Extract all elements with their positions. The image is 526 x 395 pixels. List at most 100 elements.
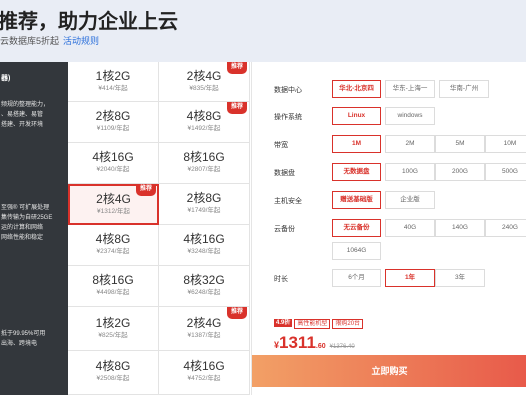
category-general[interactable]: 器) 频规的整理能力， 、易搭建、易管 搭建、开发环境 — [0, 74, 68, 130]
category-compute-desc: 集传输为自研25GE — [1, 215, 53, 221]
spec-card[interactable]: 4核8G ¥2508/年起 — [68, 351, 159, 395]
option-backup-40g[interactable]: 40G — [385, 219, 435, 237]
option-backup-240g[interactable]: 240G — [485, 219, 526, 237]
category-general-desc: 、易搭建、易管 — [1, 112, 44, 118]
spec-label: 1核2G — [95, 316, 131, 330]
option-security-enterprise[interactable]: 企业版 — [385, 191, 435, 209]
spec-card[interactable]: 推荐 2核4G ¥835/年起 — [159, 62, 250, 102]
config-label: 数据盘 — [274, 170, 295, 177]
option-disk-none[interactable]: 无数据盘 — [332, 163, 381, 181]
option-region-guangzhou[interactable]: 华南-广州 — [439, 80, 489, 98]
spec-label: 4核16G — [92, 150, 134, 164]
spec-label: 4核8G — [95, 232, 131, 246]
option-disk-200g[interactable]: 200G — [435, 163, 485, 181]
config-panel: 数据中心 华北-北京四 华东-上海一 华南-广州 操作系统 Linux wind… — [251, 62, 526, 395]
option-backup-none[interactable]: 无云备份 — [332, 219, 381, 237]
spec-label: 2核8G — [186, 191, 222, 205]
price-display: ¥1311.60 ¥1376.40 — [274, 333, 355, 353]
spec-price: ¥3248/年起 — [187, 248, 221, 255]
category-database[interactable]: 抵于99.95%可用 出海、跨境电 — [0, 329, 68, 349]
spec-price: ¥825/年起 — [98, 332, 128, 339]
discount-tag: 4.9折 — [274, 319, 293, 327]
spec-price: ¥1749/年起 — [187, 207, 221, 214]
config-row-os: 操作系统 Linux windows — [252, 107, 526, 127]
spec-price: ¥4498/年起 — [96, 289, 130, 296]
spec-price: ¥2807/年起 — [187, 166, 221, 173]
config-row-disk: 数据盘 无数据盘 100G 200G 500G — [252, 163, 526, 183]
option-disk-500g[interactable]: 500G — [485, 163, 526, 181]
original-price: ¥1376.40 — [329, 344, 355, 350]
spec-price: ¥6248/年起 — [187, 289, 221, 296]
recommend-badge: 推荐 — [226, 102, 247, 114]
spec-card[interactable]: 2核8G ¥1749/年起 — [159, 184, 250, 225]
spec-card[interactable]: 4核16G ¥2040/年起 — [68, 143, 159, 184]
option-duration-6mo[interactable]: 6个月 — [332, 269, 381, 287]
category-compute[interactable]: 至强® 可扩展处理 集传输为自研25GE 运的计算和网络 网络性能和稳定 — [0, 203, 68, 243]
config-row-backup-extra: 1064G — [252, 242, 526, 262]
category-compute-desc: 至强® 可扩展处理 — [1, 205, 50, 211]
rules-link[interactable]: 活动规则 — [63, 36, 99, 46]
config-label: 时长 — [274, 276, 288, 283]
option-backup-1064g[interactable]: 1064G — [332, 242, 381, 260]
config-label: 云备份 — [274, 226, 295, 233]
config-row-region: 数据中心 华北-北京四 华东-上海一 华南-广州 — [252, 80, 526, 100]
option-bandwidth-1m[interactable]: 1M — [332, 135, 381, 153]
spec-card[interactable]: 4核8G ¥2374/年起 — [68, 225, 159, 266]
spec-card[interactable]: 1核2G ¥414/年起 — [68, 62, 159, 102]
spec-card[interactable]: 2核8G ¥1109/年起 — [68, 102, 159, 143]
spec-label: 8核32G — [183, 273, 225, 287]
option-bandwidth-2m[interactable]: 2M — [385, 135, 435, 153]
option-os-windows[interactable]: windows — [385, 107, 435, 125]
option-security-basic[interactable]: 赠送基础版 — [332, 191, 381, 209]
spec-card[interactable]: 推荐 4核8G ¥1492/年起 — [159, 102, 250, 143]
option-os-linux[interactable]: Linux — [332, 107, 381, 125]
config-row-bandwidth: 带宽 1M 2M 5M 10M — [252, 135, 526, 155]
hero-subtitle: 云数据库5折起 活动规则 — [0, 34, 99, 47]
option-bandwidth-5m[interactable]: 5M — [435, 135, 485, 153]
spec-grid: 1核2G ¥414/年起 推荐 2核4G ¥835/年起 2核8G ¥1109/… — [68, 62, 251, 395]
config-row-backup: 云备份 无云备份 40G 140G 240G — [252, 219, 526, 239]
option-region-shanghai1[interactable]: 华东-上海一 — [385, 80, 435, 98]
spec-price: ¥1109/年起 — [96, 125, 130, 132]
spec-price: ¥2040/年起 — [96, 166, 130, 173]
hero-title: 推荐，助力企业上云 — [0, 11, 178, 33]
spec-label: 4核16G — [183, 359, 225, 373]
spec-card[interactable]: 8核32G ¥6248/年起 — [159, 266, 250, 307]
price-integer: 1311 — [279, 333, 316, 352]
option-region-beijing4[interactable]: 华北-北京四 — [332, 80, 381, 98]
category-general-title: 器) — [1, 75, 11, 82]
spec-label: 2核8G — [95, 109, 131, 123]
feature-tag: 高性能机型 — [294, 319, 331, 329]
category-compute-desc: 网络性能和稳定 — [1, 235, 44, 241]
spec-price: ¥1492/年起 — [187, 125, 221, 132]
spec-card[interactable]: 1核2G ¥825/年起 — [68, 307, 159, 351]
category-database-desc: 出海、跨境电 — [1, 341, 38, 347]
option-bandwidth-10m[interactable]: 10M — [485, 135, 526, 153]
option-duration-3yr[interactable]: 3年 — [435, 269, 485, 287]
config-label: 操作系统 — [274, 114, 302, 121]
config-row-security: 主机安全 赠送基础版 企业版 — [252, 191, 526, 211]
option-disk-100g[interactable]: 100G — [385, 163, 435, 181]
spec-label: 4核16G — [183, 232, 225, 246]
spec-card[interactable]: 8核16G ¥4498/年起 — [68, 266, 159, 307]
spec-price: ¥835/年起 — [189, 85, 219, 92]
limit-tag: 限购20台 — [332, 319, 364, 329]
config-label: 主机安全 — [274, 198, 302, 205]
spec-price: ¥2508/年起 — [96, 375, 130, 382]
config-row-duration: 时长 6个月 1年 3年 — [252, 269, 526, 289]
option-backup-140g[interactable]: 140G — [435, 219, 485, 237]
hero-banner: 推荐，助力企业上云 云数据库5折起 活动规则 — [0, 0, 526, 62]
buy-now-button[interactable]: 立即购买 — [252, 355, 526, 387]
category-database-desc: 抵于99.95%可用 — [1, 331, 46, 337]
recommend-badge: 推荐 — [135, 184, 156, 196]
spec-card-selected[interactable]: 推荐 2核4G ¥1312/年起 — [68, 184, 159, 225]
spec-card[interactable]: 推荐 2核4G ¥1387/年起 — [159, 307, 250, 351]
spec-card[interactable]: 4核16G ¥3248/年起 — [159, 225, 250, 266]
config-label: 带宽 — [274, 142, 288, 149]
option-duration-1yr[interactable]: 1年 — [385, 269, 435, 287]
spec-card[interactable]: 4核16G ¥4752/年起 — [159, 351, 250, 395]
spec-price: ¥2374/年起 — [96, 248, 130, 255]
category-compute-desc: 运的计算和网络 — [1, 225, 44, 231]
spec-card[interactable]: 8核16G ¥2807/年起 — [159, 143, 250, 184]
spec-label: 4核8G — [95, 359, 131, 373]
